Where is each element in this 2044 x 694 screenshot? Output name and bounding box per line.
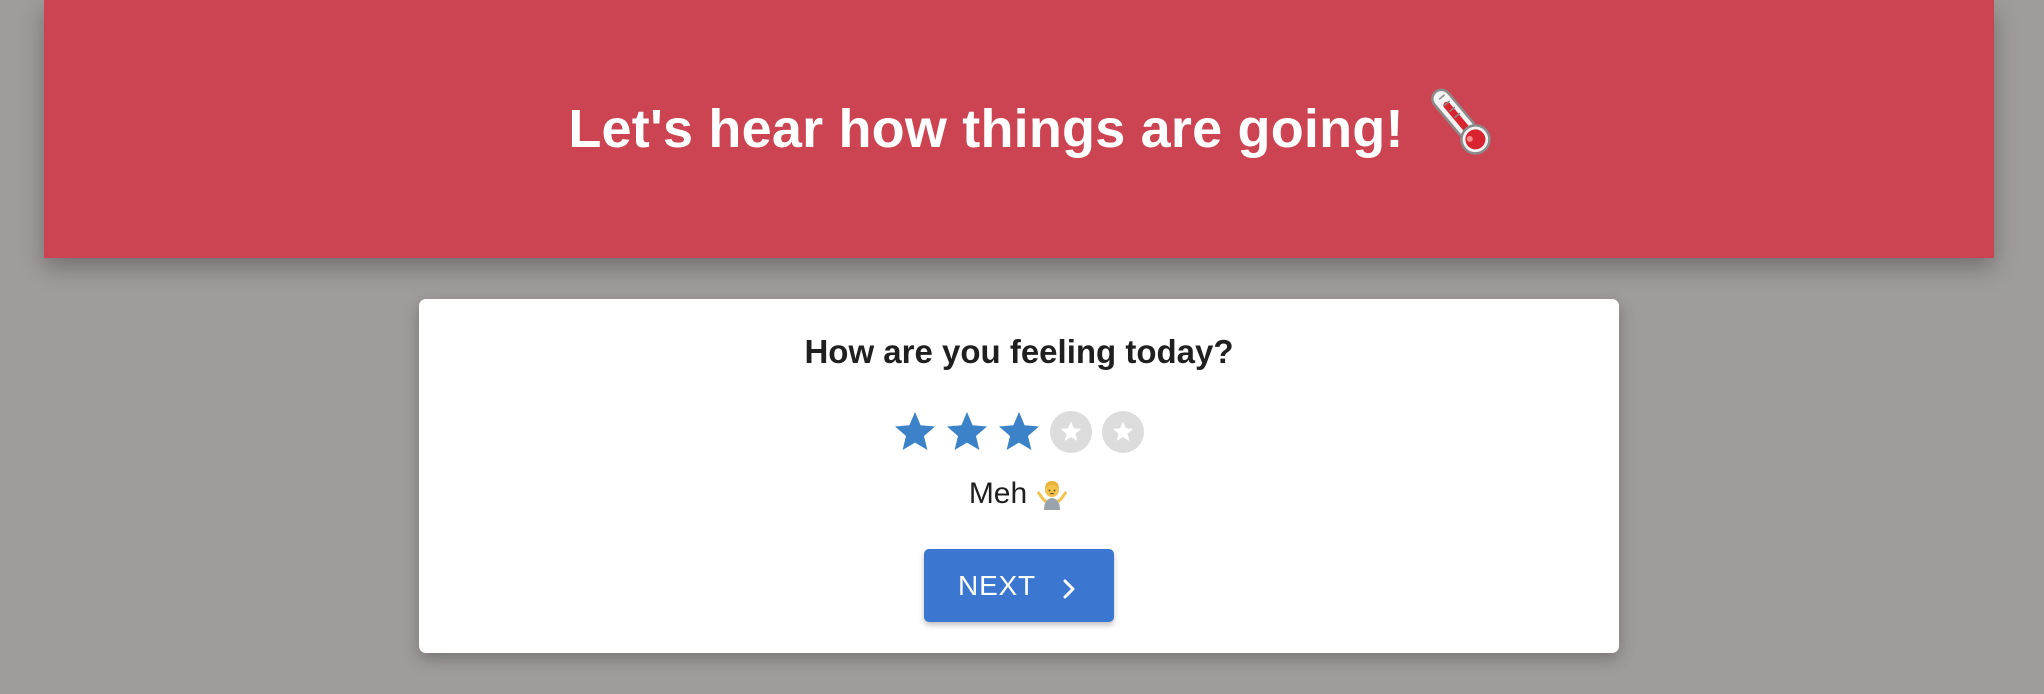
chevron-right-icon <box>1058 575 1080 598</box>
star-rating[interactable] <box>419 409 1619 455</box>
star-filled-icon[interactable] <box>944 409 990 455</box>
feedback-card: How are you feeling today? Meh NEXT <box>419 299 1619 653</box>
thermometer-icon <box>1418 79 1502 163</box>
star-filled-icon[interactable] <box>892 409 938 455</box>
star-empty-icon[interactable] <box>1048 409 1094 455</box>
star-empty-icon[interactable] <box>1100 409 1146 455</box>
question-text: How are you feeling today? <box>804 333 1234 370</box>
rating-label: Meh <box>419 477 1619 511</box>
hero-title: Let's hear how things are going! <box>568 88 1501 163</box>
star-filled-icon[interactable] <box>996 409 1042 455</box>
rating-label-text: Meh <box>968 477 1028 510</box>
next-button-label: NEXT <box>958 569 1036 601</box>
next-button[interactable]: NEXT <box>924 549 1114 622</box>
hero-banner: Let's hear how things are going! <box>44 0 1994 258</box>
shrug-icon <box>1035 477 1069 511</box>
hero-title-text: Let's hear how things are going! <box>568 99 1404 159</box>
